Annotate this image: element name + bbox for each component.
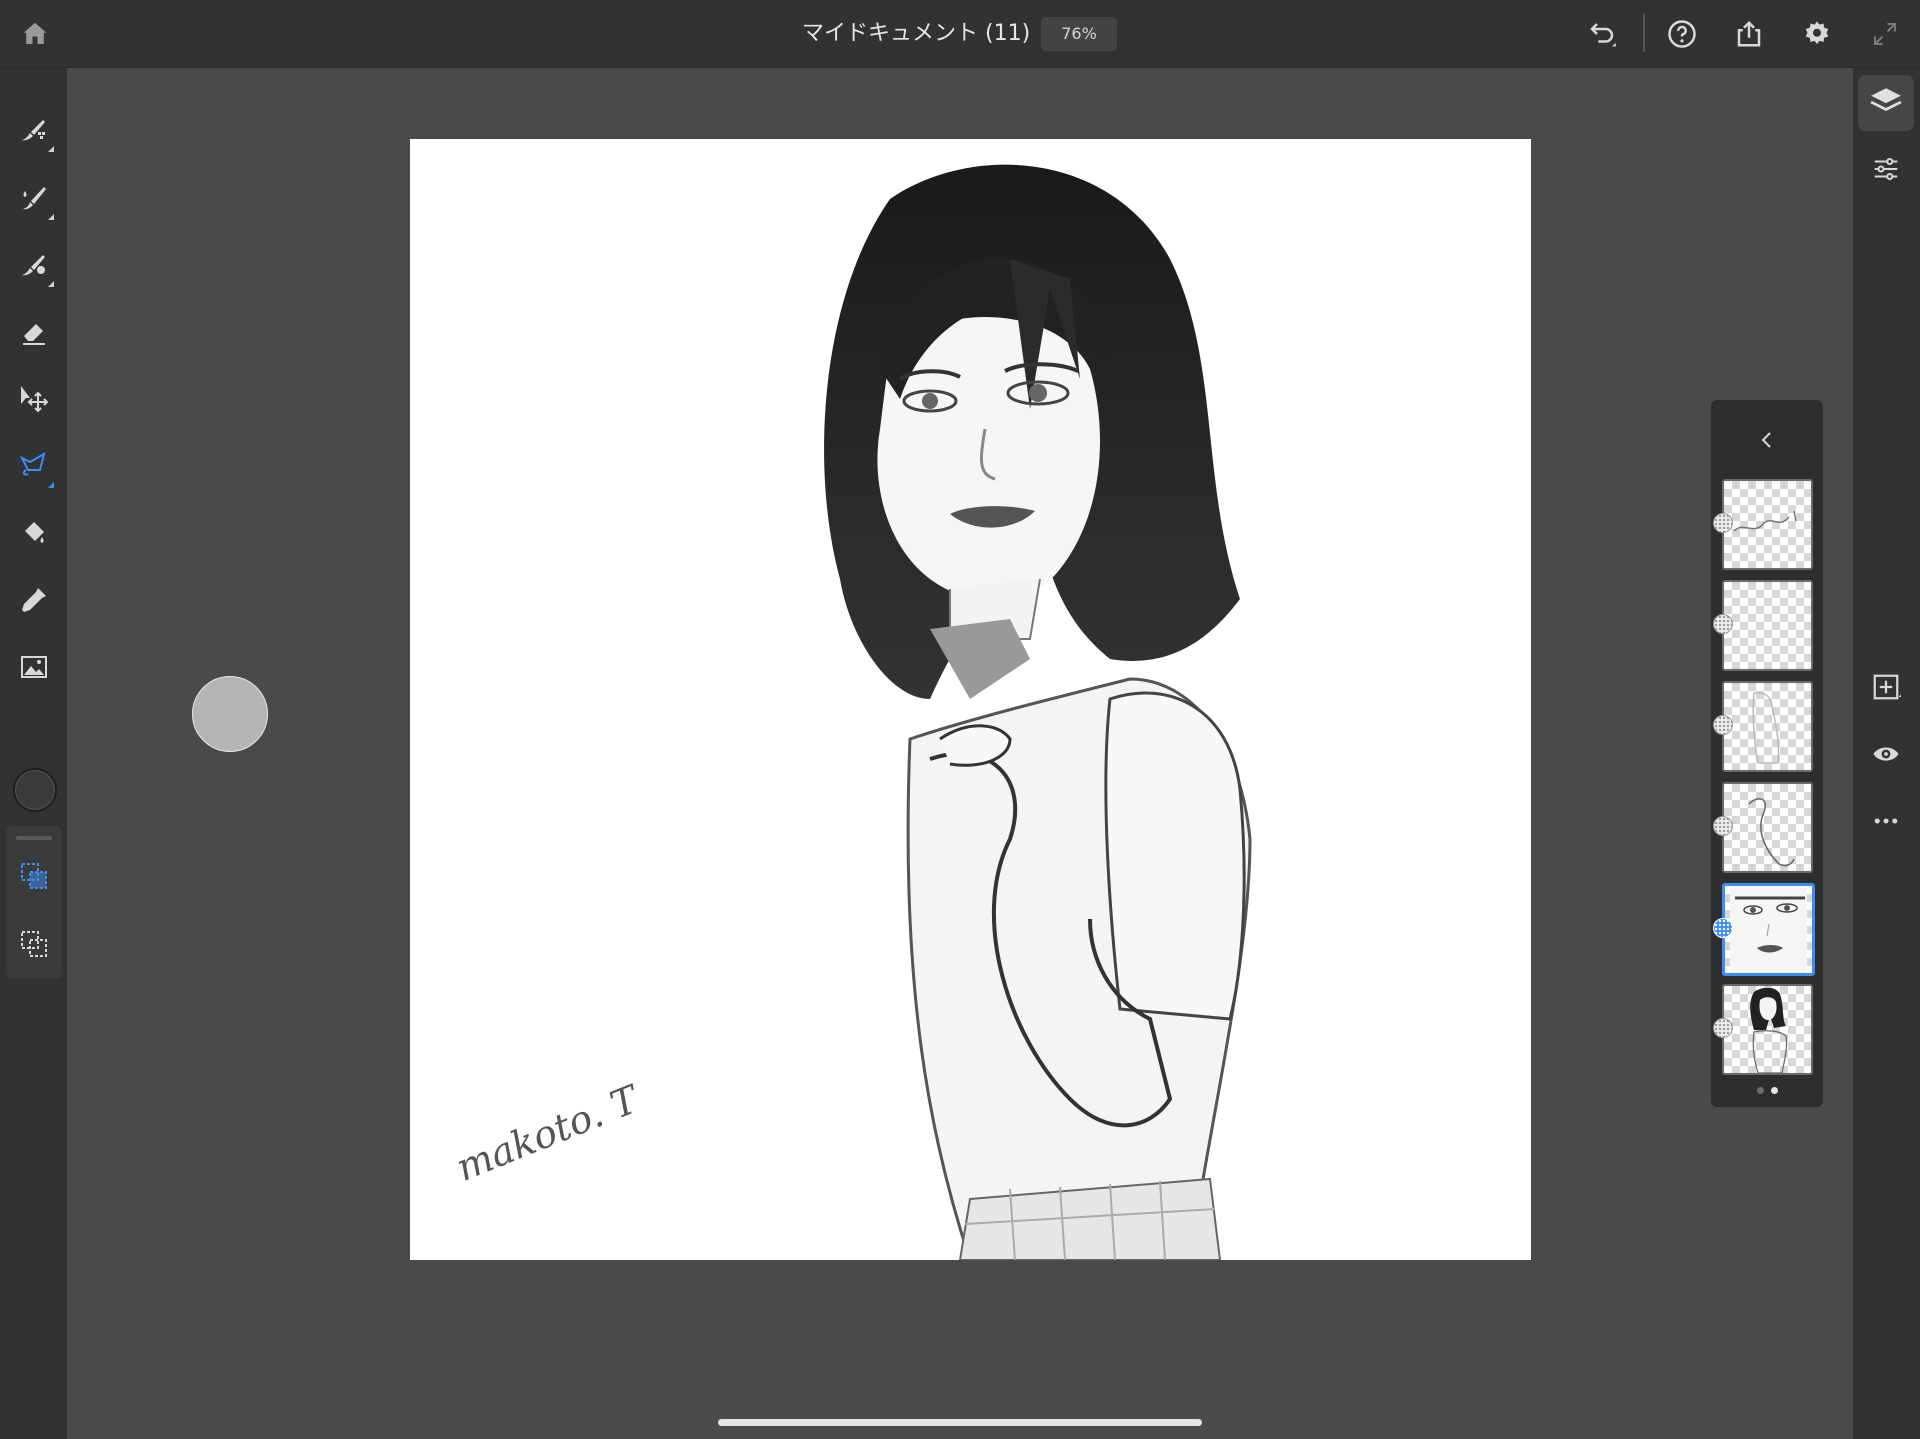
page-dot xyxy=(1757,1087,1764,1094)
eyedropper-tool[interactable] xyxy=(10,578,58,626)
layer-thumbnail-arm-sketch[interactable] xyxy=(1722,782,1813,873)
brush-size-preview[interactable] xyxy=(192,676,268,752)
home-indicator[interactable] xyxy=(718,1419,1202,1426)
home-icon[interactable] xyxy=(17,16,53,52)
layer-thumbnail-face[interactable] xyxy=(1722,883,1815,976)
layer-thumbnail-full-portrait[interactable] xyxy=(1722,984,1813,1075)
document-title[interactable]: マイドキュメント (11) xyxy=(802,20,1030,48)
drawing-canvas[interactable]: makoto. T xyxy=(410,139,1531,1260)
vector-brush-tool[interactable] xyxy=(10,243,58,291)
toolbar-divider xyxy=(1643,14,1645,52)
transform-icon xyxy=(18,383,50,419)
properties-icon[interactable] xyxy=(1867,150,1905,188)
pixel-brush-tool[interactable] xyxy=(10,108,58,156)
help-icon[interactable] xyxy=(1664,16,1700,52)
eraser-icon xyxy=(18,316,50,352)
layer-thumbnail-signature[interactable] xyxy=(1722,479,1813,570)
layer-page-indicator[interactable] xyxy=(1757,1087,1778,1094)
layer-handle[interactable] xyxy=(1713,1018,1733,1038)
fill-bucket-icon xyxy=(18,517,50,553)
layers-panel-toggle[interactable] xyxy=(1858,75,1914,131)
add-layer-icon[interactable] xyxy=(1867,668,1905,706)
image-icon xyxy=(18,651,50,687)
place-image-tool[interactable] xyxy=(10,645,58,693)
add-selection-icon xyxy=(18,860,50,896)
lasso-selection-tool[interactable] xyxy=(10,444,58,492)
zoom-level[interactable]: 76% xyxy=(1041,17,1117,51)
layer-handle[interactable] xyxy=(1713,715,1733,735)
selection-mode-group xyxy=(6,826,62,979)
layer-handle[interactable] xyxy=(1713,513,1733,533)
visibility-icon[interactable] xyxy=(1867,735,1905,773)
submenu-indicator xyxy=(48,214,54,220)
settings-icon[interactable] xyxy=(1799,16,1835,52)
top-bar: マイドキュメント (11) 76% xyxy=(0,0,1920,68)
eyedropper-icon xyxy=(18,584,50,620)
layer-handle-active[interactable] xyxy=(1713,918,1733,938)
layer-handle[interactable] xyxy=(1713,816,1733,836)
pixel-brush-icon xyxy=(18,114,50,150)
layers-panel xyxy=(1711,400,1823,1107)
fullscreen-icon[interactable] xyxy=(1867,16,1903,52)
vector-brush-icon xyxy=(18,249,50,285)
group-handle xyxy=(16,836,52,840)
more-icon[interactable] xyxy=(1867,802,1905,840)
undo-icon[interactable] xyxy=(1584,16,1620,52)
transform-tool[interactable] xyxy=(10,377,58,425)
submenu-indicator xyxy=(48,146,54,152)
add-selection-tool[interactable] xyxy=(10,854,58,902)
subtract-selection-icon xyxy=(18,928,50,964)
chevron-left-icon[interactable] xyxy=(1749,422,1785,458)
live-brush-tool[interactable] xyxy=(10,176,58,224)
eraser-tool[interactable] xyxy=(10,310,58,358)
page-dot-current xyxy=(1771,1087,1778,1094)
current-color-swatch[interactable] xyxy=(13,768,57,812)
tool-bar xyxy=(0,68,67,1439)
layer-thumbnail-figure-sketch[interactable] xyxy=(1722,681,1813,772)
layer-thumbnail-empty[interactable] xyxy=(1722,580,1813,671)
sketch-artwork xyxy=(824,164,1252,1260)
live-brush-icon xyxy=(18,182,50,218)
layer-handle[interactable] xyxy=(1713,614,1733,634)
layers-icon xyxy=(1869,84,1903,122)
share-icon[interactable] xyxy=(1731,16,1767,52)
lasso-selection-icon xyxy=(18,450,50,486)
fill-tool[interactable] xyxy=(10,511,58,559)
subtract-selection-tool[interactable] xyxy=(10,922,58,970)
submenu-indicator xyxy=(48,281,54,287)
submenu-indicator xyxy=(48,482,54,488)
